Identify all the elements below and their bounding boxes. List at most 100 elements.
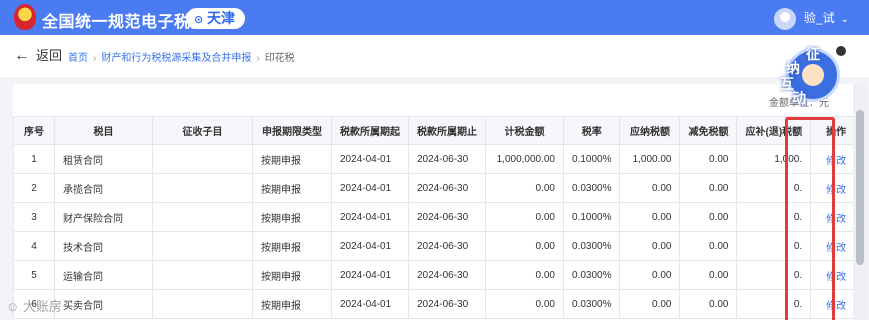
cell-taxable-amount: 0.00: [485, 231, 564, 261]
watermark: ☺ 大账房: [6, 296, 62, 315]
cell-period-start: 2024-04-01: [331, 231, 409, 261]
cell-tax-relief: 0.00: [679, 231, 738, 261]
user-menu[interactable]: 验_试 ⌄: [773, 6, 849, 30]
cell-period-end: 2024-06-30: [408, 231, 486, 261]
cell-period-start: 2024-04-01: [331, 173, 409, 203]
cell-tax-payable: 0.00: [619, 173, 681, 203]
cell-period-end: 2024-06-30: [408, 289, 486, 319]
breadcrumb-separator-icon: ›: [256, 53, 260, 64]
cell-period-type: 按期申报: [252, 202, 332, 232]
cell-rate: 0.1000%: [562, 202, 621, 232]
breadcrumb-separator-icon: ›: [93, 53, 97, 64]
cell-rate: 0.1000%: [562, 144, 621, 174]
cell-period-end: 2024-06-30: [408, 260, 486, 290]
top-bar: 全国统一规范电子税务局 ⊙ 天津 验_试 ⌄: [0, 0, 869, 35]
cell-sub-item: [152, 231, 253, 261]
cell-tax-relief: 0.00: [679, 173, 738, 203]
cell-rate: 0.0300%: [562, 289, 621, 319]
back-arrow-icon: ←: [14, 47, 30, 64]
cell-period-end: 2024-06-30: [408, 144, 486, 174]
cell-index: 5: [13, 260, 55, 290]
cell-tax-item: 运输合同: [54, 260, 153, 290]
cell-period-start: 2024-04-01: [331, 202, 409, 232]
cell-taxable-amount: 0.00: [485, 173, 564, 203]
col-header-sub-item: 征收子目: [152, 116, 253, 145]
cell-period-start: 2024-04-01: [331, 260, 409, 290]
scrollbar-thumb[interactable]: [856, 110, 864, 265]
chevron-down-icon: ⌄: [840, 14, 849, 25]
action-column-highlight: [785, 117, 835, 320]
cell-period-type: 按期申报: [252, 231, 332, 261]
mascot-char: 动: [792, 90, 806, 106]
table-row: 2 承揽合同 按期申报 2024-04-01 2024-06-30 0.00 0…: [13, 173, 863, 203]
cell-tax-payable: 0.00: [619, 202, 681, 232]
cell-tax-item: 财产保险合同: [54, 202, 153, 232]
cell-period-end: 2024-06-30: [408, 173, 486, 203]
cell-period-type: 按期申报: [252, 144, 332, 174]
table-row: 6 买卖合同 按期申报 2024-04-01 2024-06-30 0.00 0…: [13, 289, 863, 319]
cell-index: 3: [13, 202, 55, 232]
breadcrumb-home[interactable]: 首页: [68, 53, 88, 64]
cell-tax-payable: 0.00: [619, 260, 681, 290]
user-name: 验_试: [803, 11, 835, 25]
col-header-tax-payable: 应纳税额: [619, 116, 681, 145]
cell-sub-item: [152, 260, 253, 290]
cell-rate: 0.0300%: [562, 231, 621, 261]
cell-index: 1: [13, 144, 55, 174]
breadcrumb-bar: ← 返回 首页 › 财产和行为税税源采集及合并申报 › 印花税: [0, 35, 869, 77]
cell-tax-payable: 0.00: [619, 289, 681, 319]
cell-tax-payable: 1,000.00: [619, 144, 681, 174]
cell-rate: 0.0300%: [562, 260, 621, 290]
cell-period-type: 按期申报: [252, 260, 332, 290]
cell-sub-item: [152, 173, 253, 203]
watermark-logo-icon: ☺: [6, 299, 23, 314]
cell-taxable-amount: 0.00: [485, 202, 564, 232]
cell-rate: 0.0300%: [562, 173, 621, 203]
cell-sub-item: [152, 289, 253, 319]
table-header-row: 序号 税目 征收子目 申报期限类型 税款所属期起 税款所属期止 计税金额 税率 …: [13, 116, 863, 145]
cell-taxable-amount: 0.00: [485, 260, 564, 290]
cell-tax-item: 承揽合同: [54, 173, 153, 203]
breadcrumb-current: 印花税: [264, 53, 295, 64]
back-button[interactable]: ← 返回: [14, 45, 62, 65]
breadcrumb-property-tax[interactable]: 财产和行为税税源采集及合并申报: [101, 53, 251, 64]
cell-period-end: 2024-06-30: [408, 202, 486, 232]
col-header-rate: 税率: [562, 116, 621, 145]
close-icon[interactable]: [836, 46, 846, 56]
cell-taxable-amount: 0.00: [485, 289, 564, 319]
stamp-tax-table: 序号 税目 征收子目 申报期限类型 税款所属期起 税款所属期止 计税金额 税率 …: [13, 116, 863, 319]
col-header-tax-relief: 减免税额: [679, 116, 738, 145]
back-label: 返回: [36, 48, 63, 63]
table-row: 5 运输合同 按期申报 2024-04-01 2024-06-30 0.00 0…: [13, 260, 863, 290]
cell-tax-item: 租赁合同: [54, 144, 153, 174]
mascot-face-icon: [802, 64, 824, 86]
table-row: 3 财产保险合同 按期申报 2024-04-01 2024-06-30 0.00…: [13, 202, 863, 232]
cell-tax-item: 买卖合同: [54, 289, 153, 319]
col-header-tax-item: 税目: [54, 116, 153, 145]
col-header-index: 序号: [13, 116, 55, 145]
cell-tax-item: 技术合同: [54, 231, 153, 261]
table-row: 4 技术合同 按期申报 2024-04-01 2024-06-30 0.00 0…: [13, 231, 863, 261]
col-header-period-type: 申报期限类型: [252, 116, 332, 145]
table-row: 1 租赁合同 按期申报 2024-04-01 2024-06-30 1,000,…: [13, 144, 863, 174]
cell-period-start: 2024-04-01: [331, 289, 409, 319]
cell-tax-relief: 0.00: [679, 202, 738, 232]
col-header-taxable-amount: 计税金额: [485, 116, 564, 145]
breadcrumb: 首页 › 财产和行为税税源采集及合并申报 › 印花税: [68, 49, 295, 64]
region-selector[interactable]: ⊙ 天津: [186, 8, 245, 29]
cell-period-type: 按期申报: [252, 173, 332, 203]
region-label: 天津: [207, 10, 235, 26]
cell-tax-relief: 0.00: [679, 260, 738, 290]
cell-tax-relief: 0.00: [679, 144, 738, 174]
col-header-period-start: 税款所属期起: [331, 116, 409, 145]
cell-index: 4: [13, 231, 55, 261]
location-pin-icon: ⊙: [194, 14, 204, 26]
cell-sub-item: [152, 144, 253, 174]
cell-taxable-amount: 1,000,000.00: [485, 144, 564, 174]
cell-period-type: 按期申报: [252, 289, 332, 319]
mascot-char: 征: [806, 46, 820, 62]
cell-index: 2: [13, 173, 55, 203]
cell-sub-item: [152, 202, 253, 232]
watermark-text: 大账房: [22, 299, 62, 314]
assistant-mascot[interactable]: 征 纳 互 动: [780, 44, 846, 106]
